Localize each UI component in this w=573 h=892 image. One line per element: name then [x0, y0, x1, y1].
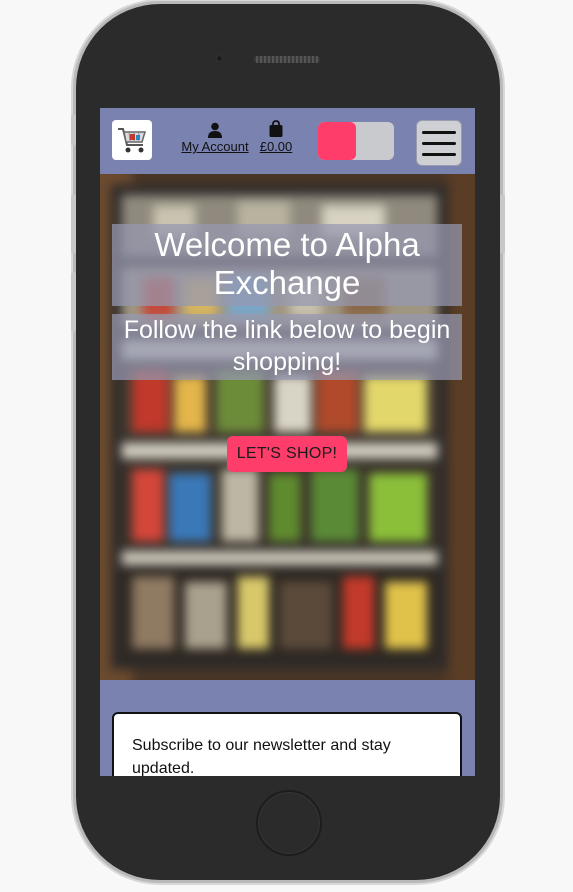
my-account-link[interactable]: My Account: [178, 122, 252, 154]
newsletter-card: Subscribe to our newsletter and stay upd…: [112, 712, 462, 776]
camera-icon: [216, 55, 223, 62]
hero-banner: Welcome to Alpha Exchange Follow the lin…: [100, 174, 475, 680]
menu-button[interactable]: [416, 120, 462, 166]
site-header: My Account £0.00: [100, 108, 475, 170]
volume-down-button: [71, 272, 76, 332]
shopping-cart-icon: [118, 128, 147, 153]
newsletter-text: Subscribe to our newsletter and stay upd…: [132, 737, 391, 776]
theme-toggle[interactable]: [318, 122, 394, 160]
shopping-bag-icon: [269, 120, 283, 137]
power-button: [500, 194, 505, 254]
volume-up-button: [71, 194, 76, 254]
toggle-knob: [318, 122, 356, 160]
lets-shop-button[interactable]: LET'S SHOP!: [227, 436, 347, 472]
home-button[interactable]: [256, 790, 322, 856]
mute-switch: [71, 114, 76, 146]
hero-subtitle: Follow the link below to begin shopping!: [112, 314, 462, 380]
phone-frame: My Account £0.00 Welcome to Alpha Exchan…: [71, 4, 505, 880]
basket-total[interactable]: £0.00: [256, 139, 296, 154]
user-icon: [208, 122, 222, 138]
hero-title: Welcome to Alpha Exchange: [112, 224, 462, 306]
my-account-label[interactable]: My Account: [178, 139, 252, 154]
speaker-grille: [254, 56, 320, 63]
basket-link[interactable]: £0.00: [256, 120, 296, 154]
phone-screen: My Account £0.00 Welcome to Alpha Exchan…: [100, 108, 475, 776]
site-logo[interactable]: [112, 120, 152, 160]
hamburger-menu-icon: [422, 130, 456, 134]
